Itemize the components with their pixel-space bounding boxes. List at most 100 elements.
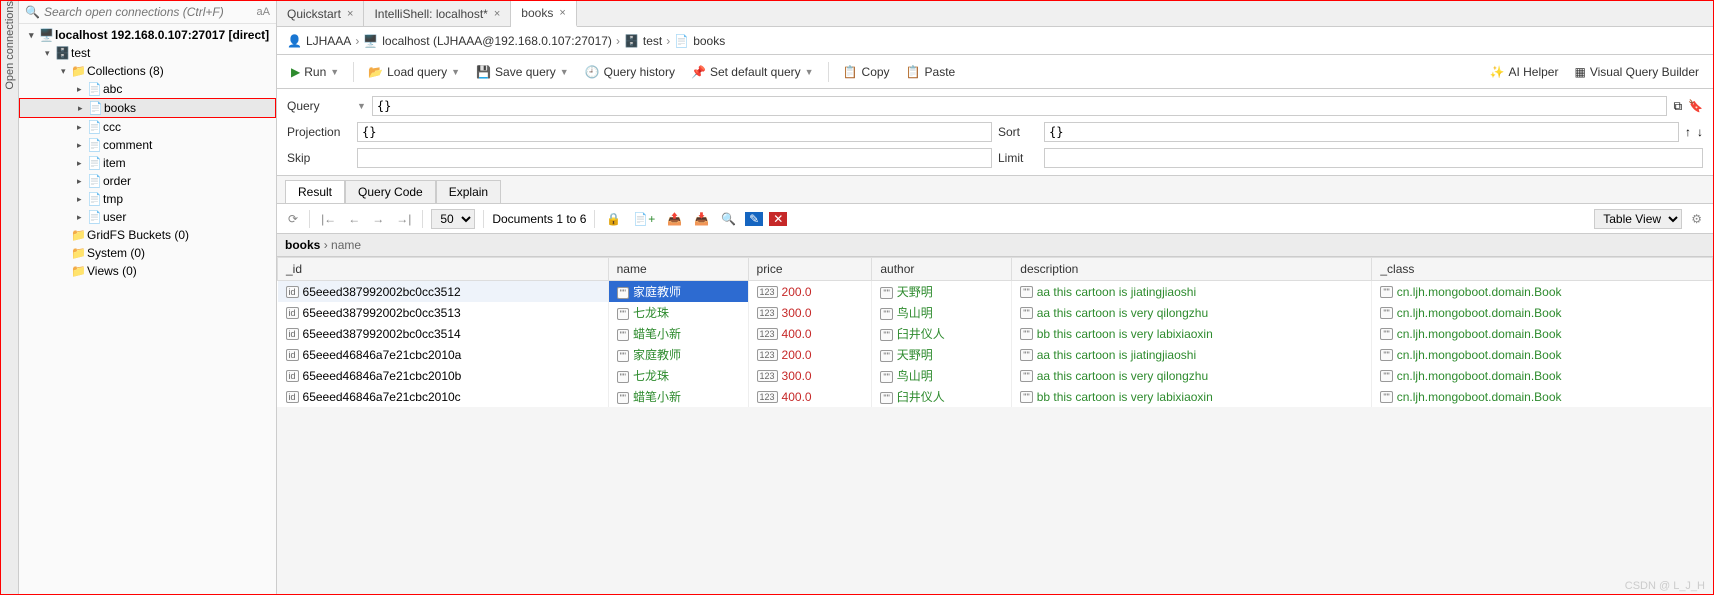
collection-icon: 📄 bbox=[674, 34, 689, 48]
collection-node-tmp[interactable]: ▸📄tmp bbox=[19, 190, 276, 208]
column-header-class[interactable]: _class bbox=[1372, 258, 1713, 281]
connection-node[interactable]: ▾🖥️ localhost 192.168.0.107:27017 [direc… bbox=[19, 26, 276, 44]
column-header-description[interactable]: description bbox=[1012, 258, 1372, 281]
collection-label: books bbox=[104, 101, 136, 115]
projection-label: Projection bbox=[287, 125, 351, 139]
collection-node-item[interactable]: ▸📄item bbox=[19, 154, 276, 172]
sort-desc-icon[interactable]: ↓ bbox=[1697, 125, 1703, 139]
bookmark-icon[interactable]: 🔖 bbox=[1688, 99, 1703, 113]
paste-button[interactable]: 📋Paste bbox=[900, 62, 962, 82]
breadcrumb-host[interactable]: localhost (LJHAAA@192.168.0.107:27017) bbox=[382, 34, 612, 48]
collection-label: comment bbox=[103, 138, 152, 152]
chevron-down-icon[interactable]: ▼ bbox=[357, 101, 366, 111]
tab-quickstart[interactable]: Quickstart× bbox=[277, 1, 364, 26]
system-node[interactable]: 📁 System (0) bbox=[19, 244, 276, 262]
editor-tabs: Quickstart×IntelliShell: localhost*×book… bbox=[277, 1, 1713, 27]
search-row: 🔍 aA bbox=[19, 1, 276, 24]
find-button[interactable]: 🔍 bbox=[718, 212, 739, 226]
collection-icon: 📄 bbox=[87, 82, 101, 96]
collection-node-comment[interactable]: ▸📄comment bbox=[19, 136, 276, 154]
import-button[interactable]: 📥 bbox=[691, 212, 712, 226]
case-toggle[interactable]: aA bbox=[257, 6, 270, 18]
run-button[interactable]: ▶Run▼ bbox=[285, 62, 345, 82]
folder-icon: 📁 bbox=[71, 228, 85, 242]
skip-label: Skip bbox=[287, 151, 351, 165]
save-query-button[interactable]: 💾Save query▼ bbox=[470, 62, 575, 82]
result-tab-query-code[interactable]: Query Code bbox=[345, 180, 436, 203]
user-icon: 👤 bbox=[287, 34, 302, 48]
grid-icon: ▦ bbox=[1574, 65, 1585, 79]
sparkle-icon: ✨ bbox=[1490, 65, 1505, 79]
result-tab-explain[interactable]: Explain bbox=[436, 180, 501, 203]
table-row[interactable]: id65eeed46846a7e21cbc2010b""七龙珠123300.0"… bbox=[278, 365, 1713, 386]
tab-books[interactable]: books × bbox=[511, 1, 576, 27]
collection-node-ccc[interactable]: ▸📄ccc bbox=[19, 118, 276, 136]
copy-icon: 📋 bbox=[843, 65, 858, 79]
table-row[interactable]: id65eeed46846a7e21cbc2010a""家庭教师123200.0… bbox=[278, 344, 1713, 365]
view-mode-select[interactable]: Table View bbox=[1594, 209, 1682, 229]
first-page-button[interactable]: |← bbox=[318, 212, 339, 226]
column-header-name[interactable]: name bbox=[608, 258, 748, 281]
limit-input[interactable] bbox=[1044, 148, 1703, 168]
query-history-button[interactable]: 🕘Query history bbox=[579, 62, 681, 82]
set-default-button[interactable]: 📌Set default query▼ bbox=[685, 62, 820, 82]
breadcrumb-user[interactable]: LJHAAA bbox=[306, 34, 351, 48]
copy-button[interactable]: 📋Copy bbox=[837, 62, 896, 82]
collection-node-books[interactable]: ▸📄books bbox=[19, 98, 276, 118]
last-page-button[interactable]: →| bbox=[393, 212, 414, 226]
page-size-select[interactable]: 50 bbox=[431, 209, 475, 229]
edit-button[interactable]: ✎ bbox=[745, 212, 763, 226]
tab-intellishell-localhost-[interactable]: IntelliShell: localhost*× bbox=[364, 1, 511, 26]
add-doc-button[interactable]: 📄+ bbox=[630, 212, 658, 226]
search-input[interactable] bbox=[44, 5, 253, 19]
vertical-tab-open-connections[interactable]: Open connections bbox=[1, 1, 19, 594]
projection-input[interactable] bbox=[357, 122, 992, 142]
folder-open-icon: 📂 bbox=[368, 65, 383, 79]
load-query-button[interactable]: 📂Load query▼ bbox=[362, 62, 466, 82]
collection-label: abc bbox=[103, 82, 122, 96]
filter-icon[interactable]: ⧉ bbox=[1673, 99, 1682, 114]
gridfs-node[interactable]: 📁 GridFS Buckets (0) bbox=[19, 226, 276, 244]
database-node[interactable]: ▾🗄️ test bbox=[19, 44, 276, 62]
breadcrumb-db[interactable]: test bbox=[643, 34, 662, 48]
next-page-button[interactable]: → bbox=[369, 212, 387, 226]
column-header-price[interactable]: price bbox=[748, 258, 872, 281]
lock-icon[interactable]: 🔒 bbox=[603, 212, 624, 226]
sort-input[interactable] bbox=[1044, 122, 1679, 142]
server-icon: 🖥️ bbox=[363, 34, 378, 48]
table-path-root: books bbox=[285, 238, 320, 252]
sort-asc-icon[interactable]: ↑ bbox=[1685, 125, 1691, 139]
sort-label: Sort bbox=[998, 125, 1038, 139]
collection-label: order bbox=[103, 174, 131, 188]
settings-icon[interactable]: ⚙ bbox=[1688, 212, 1705, 226]
refresh-button[interactable]: ⟳ bbox=[285, 212, 301, 226]
table-row[interactable]: id65eeed46846a7e21cbc2010c""蜡笔小新123400.0… bbox=[278, 386, 1713, 407]
views-node[interactable]: 📁 Views (0) bbox=[19, 262, 276, 280]
query-input[interactable] bbox=[372, 96, 1668, 116]
collection-node-user[interactable]: ▸📄user bbox=[19, 208, 276, 226]
skip-input[interactable] bbox=[357, 148, 992, 168]
visual-query-builder-button[interactable]: ▦Visual Query Builder bbox=[1568, 62, 1705, 82]
collections-node[interactable]: ▾📁 Collections (8) bbox=[19, 62, 276, 80]
tab-label: books bbox=[521, 6, 553, 20]
breadcrumb-collection[interactable]: books bbox=[693, 34, 725, 48]
result-tab-result[interactable]: Result bbox=[285, 180, 345, 203]
collection-icon: 📄 bbox=[87, 174, 101, 188]
ai-helper-button[interactable]: ✨AI Helper bbox=[1484, 62, 1565, 82]
close-icon[interactable]: × bbox=[559, 7, 565, 19]
table-row[interactable]: id65eeed387992002bc0cc3514""蜡笔小新123400.0… bbox=[278, 323, 1713, 344]
main-panel: Quickstart×IntelliShell: localhost*×book… bbox=[277, 1, 1713, 594]
table-row[interactable]: id65eeed387992002bc0cc3513""七龙珠123300.0"… bbox=[278, 302, 1713, 323]
collection-node-abc[interactable]: ▸📄abc bbox=[19, 80, 276, 98]
prev-page-button[interactable]: ← bbox=[345, 212, 363, 226]
close-icon[interactable]: × bbox=[494, 8, 500, 20]
table-row[interactable]: id65eeed387992002bc0cc3512""家庭教师123200.0… bbox=[278, 281, 1713, 303]
collection-node-order[interactable]: ▸📄order bbox=[19, 172, 276, 190]
collections-label: Collections (8) bbox=[87, 64, 164, 78]
close-icon[interactable]: × bbox=[347, 8, 353, 20]
column-header-author[interactable]: author bbox=[872, 258, 1012, 281]
folder-icon: 📁 bbox=[71, 246, 85, 260]
column-header-id[interactable]: _id bbox=[278, 258, 609, 281]
export-button[interactable]: 📤 bbox=[664, 212, 685, 226]
delete-button[interactable]: ✕ bbox=[769, 212, 787, 226]
